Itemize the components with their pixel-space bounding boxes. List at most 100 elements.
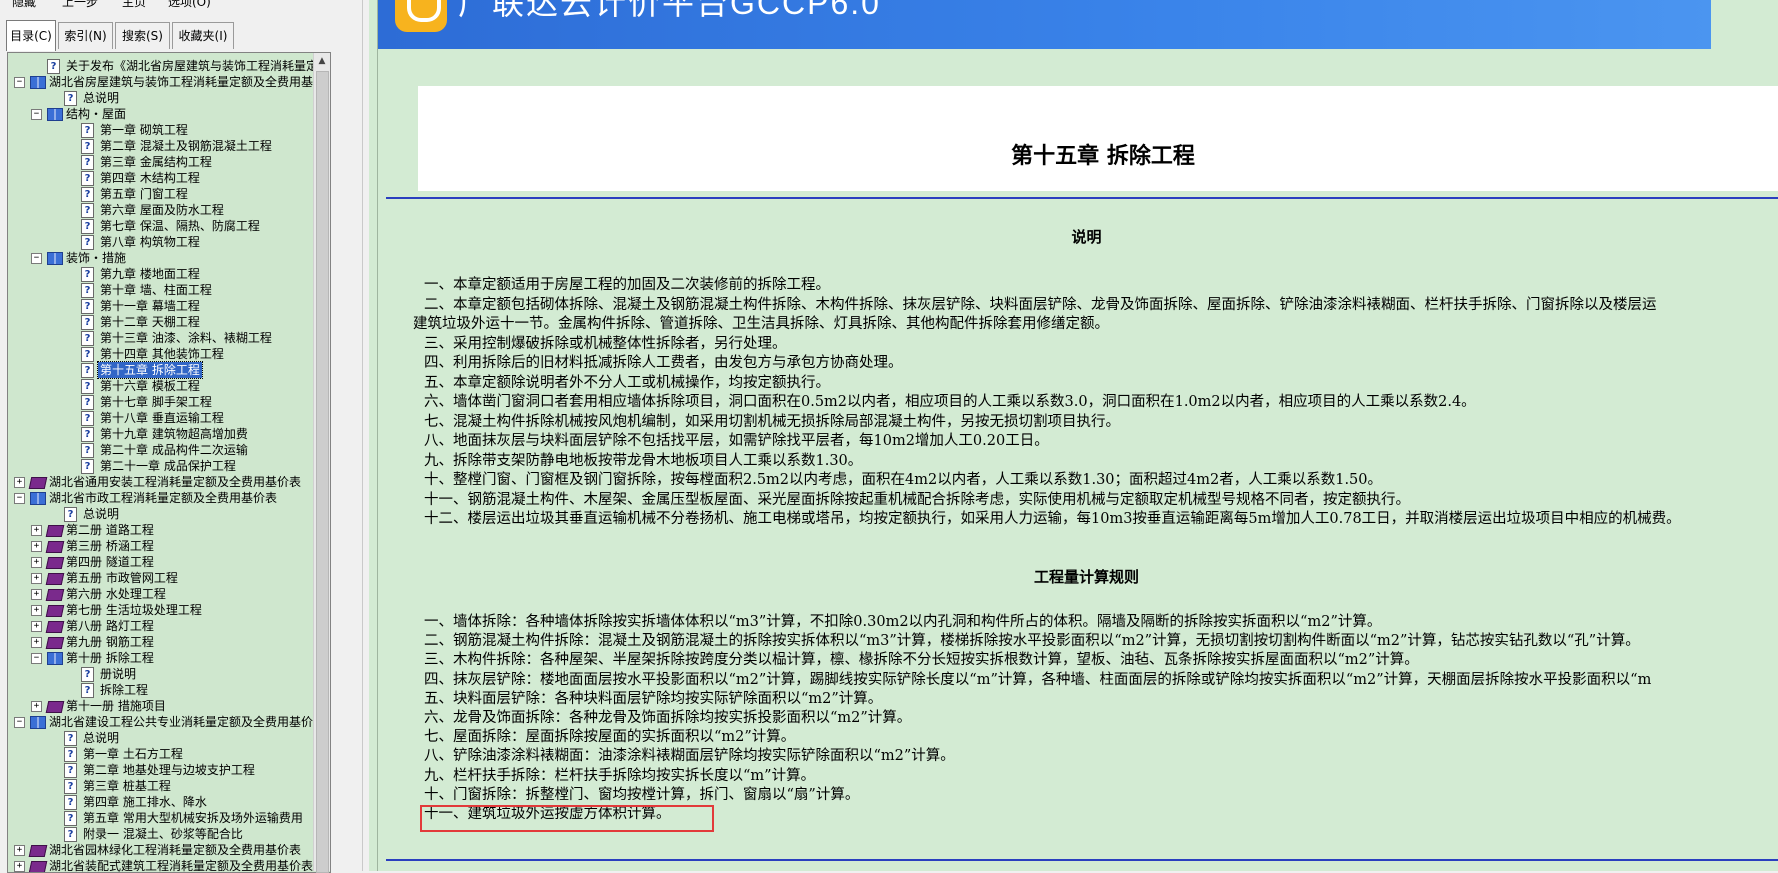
tab-favorites[interactable]: 收藏夹(I) [172,22,234,49]
description-line: 二、本章定额包括砌体拆除、混凝土及钢筋混凝土构件拆除、木构件拆除、抹灰层铲除、块… [424,296,1657,313]
help-page-icon: ? [81,683,94,698]
tree-item-label: 第四章 施工排水、降水 [83,795,207,809]
closed-book-icon [45,557,65,569]
section-title-description: 说明 [1071,228,1102,246]
open-book-icon [47,252,63,265]
tree-item-label: 第二章 混凝土及钢筋混凝土工程 [100,139,272,153]
tree-item-label: 第四章 木结构工程 [100,171,200,185]
collapse-icon[interactable]: − [31,109,42,120]
help-page-icon: ? [47,59,60,74]
tree-item-label: 第三章 桩基工程 [83,779,171,793]
expand-icon[interactable]: + [31,621,42,632]
closed-book-icon [45,701,65,713]
collapse-icon[interactable]: − [14,717,25,728]
section-title-rules: 工程量计算规则 [1033,568,1139,586]
highlight-box [420,805,714,832]
expand-icon[interactable]: + [31,573,42,584]
tree-item-label: 第十章 墙、柱面工程 [100,283,212,297]
closed-book-icon [28,477,48,489]
logo-icon [395,0,447,32]
expand-icon[interactable]: + [14,477,25,488]
expand-icon[interactable]: + [31,701,42,712]
tree-item-label: 第十七章 脚手架工程 [100,395,212,409]
description-line: 十一、钢筋混凝土构件、木屋架、金属压型板屋面、采光屋面拆除按起重机械配合拆除考虑… [424,491,1410,508]
tab-search[interactable]: 搜索(S) [115,22,170,49]
tree-item-label: 附录一 混凝土、砂浆等配合比 [83,827,243,841]
collapse-icon[interactable]: − [31,253,42,264]
expand-icon[interactable]: + [31,589,42,600]
menu-back[interactable]: 上一步 [62,0,98,8]
chapter-title: 第十五章 拆除工程 [1011,143,1195,169]
tree-item-label: 第四册 隧道工程 [66,555,154,569]
tree-item-label: 第八册 路灯工程 [66,619,154,633]
tab-index[interactable]: 索引(N) [58,22,113,49]
description-line: 三、采用控制爆破拆除或机械整体性拆除者，另行处理。 [424,335,787,352]
tree-item-label: 湖北省房屋建筑与装饰工程消耗量定额及全费用基价表 [49,75,331,89]
tree-item-label: 第十一册 措施项目 [66,699,166,713]
rule-line: 九、栏杆扶手拆除：栏杆扶手拆除均按实拆长度以“m”计算。 [424,767,816,784]
tree-item-label: 第五章 门窗工程 [100,187,188,201]
closed-book-icon [28,845,48,857]
collapse-icon[interactable]: − [14,77,25,88]
contents-tree[interactable]: ? 关于发布《湖北省房屋建筑与装饰工程消耗量定额及全 − 湖北省房屋建筑与装饰工程消耗… [7,52,331,873]
rule-line: 八、铲除油漆涂料裱糊面：油漆涂料裱糊面层铲除均按实际铲除面积以“m2”计算。 [424,748,955,765]
open-book-icon [30,492,46,505]
tree-item-label: 结构・屋面 [66,107,127,121]
document-view: 广联达云计价平台GCCP6.0 第十五章 拆除工程 说明 一、本章定额适用于房屋… [377,0,1778,871]
tree-item-label: 关于发布《湖北省房屋建筑与装饰工程消耗量定额及全 [66,59,331,73]
tree-item-label: 第二章 地基处理与边坡支护工程 [83,763,255,777]
description-line: 五、本章定额除说明者外不分人工或机械操作，均按定额执行。 [424,374,830,391]
tree-item-label: 第五章 常用大型机械安拆及场外运输费用 [83,811,303,825]
description-line: 一、本章定额适用于房屋工程的加固及二次装修前的拆除工程。 [424,277,830,293]
help-page-icon: ? [81,347,94,362]
tab-contents[interactable]: 目录(C) [6,20,56,51]
help-page-icon: ? [81,459,94,474]
help-page-icon: ? [64,507,77,522]
tree-item-label: 第七册 生活垃圾处理工程 [66,603,202,617]
expand-icon[interactable]: + [31,541,42,552]
help-page-icon: ? [64,811,77,826]
tree-scrollbar[interactable]: ▲ [313,53,330,873]
help-page-icon: ? [81,171,94,186]
help-page-icon: ? [64,763,77,778]
help-page-icon: ? [81,139,94,154]
rule-line: 六、龙骨及饰面拆除：各种龙骨及饰面拆除均按实拆投影面积以“m2”计算。 [424,710,912,726]
help-page-icon: ? [81,203,94,218]
expand-icon[interactable]: + [31,525,42,536]
description-line: 四、利用拆除后的旧材料抵减拆除人工费者，由发包方与承包方协商处理。 [424,355,903,371]
expand-icon[interactable]: + [14,861,25,872]
tree-item-label: 第二十一章 成品保护工程 [100,459,236,473]
rule-line: 十、门窗拆除：拆整樘门、窗均按樘计算，拆门、窗扇以“扇”计算。 [424,786,860,803]
expand-icon[interactable]: + [31,557,42,568]
scroll-thumb[interactable] [316,71,329,873]
open-book-icon [47,108,63,121]
rule-line: 三、木构件拆除：各种屋架、半屋架拆除按跨度分类以榀计算，檩、椽拆除不分长短按实拆… [424,652,1419,669]
tree-item-label: 第二十章 成品构件二次运输 [100,443,248,457]
rule-line: 二、钢筋混凝土构件拆除：混凝土及钢筋混凝土的拆除按实拆体积以“m3”计算，楼梯拆… [424,633,1640,650]
expand-icon[interactable]: + [14,845,25,856]
expand-icon[interactable]: + [31,637,42,648]
help-page-icon: ? [81,219,94,234]
help-page-icon: ? [81,155,94,170]
open-book-icon [30,716,46,729]
expand-icon[interactable]: + [31,605,42,616]
tree-item-label: 册说明 [100,667,137,681]
scroll-up-icon[interactable]: ▲ [314,53,330,69]
description-line: 九、拆除带支架防静电地板按带龙骨木地板项目人工乘以系数1.30。 [424,452,863,469]
tree-item-label: 第十九章 建筑物超高增加费 [100,427,248,441]
menu-home[interactable]: 主页 [122,0,146,8]
closed-book-icon [28,861,48,872]
tree-item-label: 总说明 [83,731,120,745]
content-pane: 广联达云计价平台GCCP6.0 第十五章 拆除工程 说明 一、本章定额适用于房屋… [369,0,1778,871]
help-page-icon: ? [81,379,94,394]
help-page-icon: ? [64,731,77,746]
tree-item-label: 第十一章 幕墙工程 [100,299,200,313]
collapse-icon[interactable]: − [31,653,42,664]
description-line: 建筑垃圾外运十一节。金属构件拆除、管道拆除、卫生洁具拆除、灯具拆除、其他构配件拆… [413,316,1109,332]
help-page-icon: ? [81,443,94,458]
menu-options[interactable]: 选项(O) [168,0,211,8]
collapse-icon[interactable]: − [14,493,25,504]
menu-hide[interactable]: 隐藏 [12,0,36,8]
tree-item-label: 第十册 拆除工程 [66,651,154,665]
description-line: 六、墙体凿门窗洞口者套用相应墙体拆除项目，洞口面积在0.5m2以内者，相应项目的… [424,394,1476,410]
